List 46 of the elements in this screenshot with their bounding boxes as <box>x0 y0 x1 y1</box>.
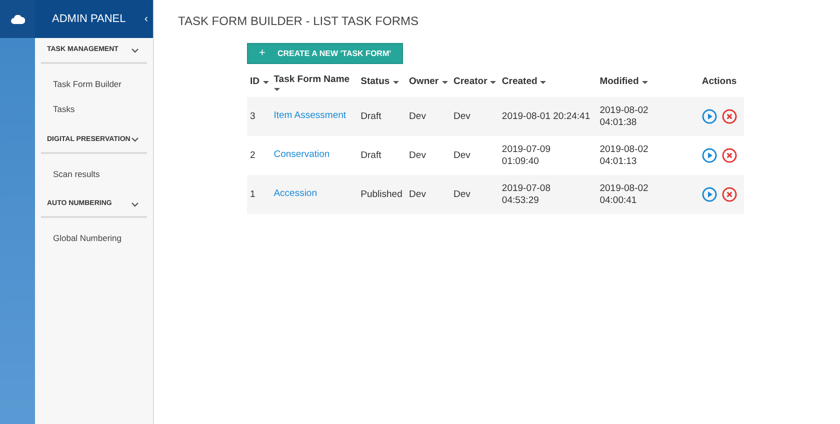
column-header[interactable]: Status <box>360 74 410 90</box>
collapse-button[interactable]: ‹ <box>144 14 148 24</box>
table-cell-text: 2019-08-02 04:00:41 <box>600 182 650 206</box>
sidebar-item[interactable]: Scan results <box>35 162 153 186</box>
column-header[interactable]: Created <box>502 74 600 90</box>
sidebar-item[interactable]: Global Numbering <box>35 226 153 251</box>
table-cell-text: Draft <box>360 150 382 162</box>
sidebar-item[interactable]: Task Form Builder <box>35 72 153 97</box>
sort-caret-icon <box>540 80 546 84</box>
play-icon[interactable] <box>702 109 717 124</box>
table-cell-text: Published <box>360 188 404 200</box>
table-cell-text: 3 <box>250 110 256 122</box>
play-icon[interactable] <box>702 187 717 202</box>
sort-caret-icon <box>392 80 399 84</box>
column-header: Actions <box>700 74 738 89</box>
delete-icon[interactable] <box>722 187 737 202</box>
table-cell-text: Dev <box>409 150 427 162</box>
column-header[interactable]: Modified <box>600 74 698 90</box>
table-cell-text: 2019-08-02 04:01:38 <box>600 104 650 128</box>
column-header[interactable]: Owner <box>409 74 454 90</box>
table-cell-text: Dev <box>454 150 472 162</box>
table-cell-text: 2019-08-02 04:01:13 <box>600 144 650 168</box>
table-cell-text: Dev <box>454 110 472 122</box>
cloud-icon <box>10 14 24 24</box>
table-cell-text: 2019-07-09 01:09:40 <box>502 144 552 168</box>
table-cell-text: Dev <box>454 188 472 200</box>
delete-icon[interactable] <box>722 148 737 163</box>
table-cell-text: 2019-08-01 20:24:41 <box>502 110 592 122</box>
table-cell-text: 2 <box>250 150 256 162</box>
table-cell-text: Draft <box>360 110 382 122</box>
delete-icon[interactable] <box>722 109 737 124</box>
column-header[interactable]: Creator <box>454 74 502 90</box>
form-name-link[interactable]: Conservation <box>274 149 330 160</box>
table-cell-text: 1 <box>250 188 256 200</box>
table-cell-text: Dev <box>409 110 427 122</box>
sort-caret-icon <box>642 80 648 84</box>
page-title: TASK FORM BUILDER - LIST TASK FORMS <box>178 13 420 30</box>
sidebar-item[interactable]: Tasks <box>35 96 153 122</box>
table-cell-text: Dev <box>409 188 427 200</box>
table-cell-text: 2019-07-08 04:53:29 <box>502 182 552 206</box>
sort-caret-icon <box>490 80 496 84</box>
column-header[interactable]: ID <box>250 74 274 90</box>
play-icon[interactable] <box>702 148 717 163</box>
column-header[interactable]: Task Form Name <box>274 73 361 91</box>
panel-title: ADMIN PANEL <box>52 12 126 27</box>
sort-caret-icon <box>442 80 448 84</box>
